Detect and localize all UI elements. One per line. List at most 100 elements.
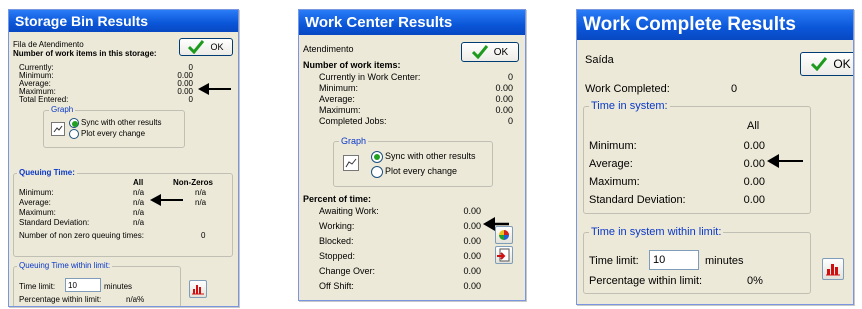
wcomp-time-limit-label: Time limit: (589, 255, 639, 267)
storage-bin-dialog: Storage Bin Results Fila de Atendimento … (8, 9, 239, 307)
time-limit-label: Time limit: (19, 282, 56, 291)
storage-bin-titlebar[interactable]: Storage Bin Results (9, 10, 238, 32)
pct-row-value: 0.00 (463, 251, 481, 261)
storage-ok-button[interactable]: OK (179, 38, 233, 56)
time-row-label: Average: (589, 158, 633, 170)
work-center-name: Atendimento (303, 44, 354, 54)
pct-row-label: Off Shift: (319, 281, 354, 291)
storage-radio-plot[interactable] (69, 129, 79, 139)
storage-queuing-legend: Queuing Time: (17, 168, 77, 177)
nonzero-value: 0 (201, 231, 206, 240)
time-limit-input[interactable] (65, 278, 101, 292)
work-completed-value: 0 (731, 83, 738, 95)
storage-items-header: Number of work items in this storage: (13, 49, 157, 58)
storage-graph-legend: Graph (49, 105, 76, 114)
pct-row-label: Stopped: (319, 251, 356, 261)
arrow-left-icon (767, 154, 803, 168)
storage-bin-title: Storage Bin Results (15, 13, 149, 29)
color-wheel-button[interactable] (495, 226, 513, 244)
checkmark-icon (188, 40, 205, 54)
time-row-value: 0.00 (743, 176, 765, 188)
pct-row-label: Awaiting Work: (319, 206, 379, 216)
pct-row-value: 0.00 (463, 281, 481, 291)
storage-radio-sync[interactable] (69, 118, 79, 128)
storage-col-all: All (133, 178, 144, 187)
checkmark-icon (811, 57, 828, 71)
wc-radio-sync[interactable] (371, 151, 383, 163)
chart-button[interactable] (822, 258, 844, 280)
time-row-label: Maximum: (589, 176, 640, 188)
queue-row-all: n/a (133, 188, 145, 197)
pct-row-label: Blocked: (319, 236, 354, 246)
wc-radio-sync-label: Sync with other results (385, 151, 476, 161)
wcomp-time-limit-input[interactable] (649, 250, 699, 270)
time-in-system-legend: Time in system: (589, 100, 670, 112)
wc-stat-value: 0.00 (495, 83, 513, 93)
work-center-dialog: Work Center Results Atendimento OK Numbe… (298, 9, 526, 301)
checkmark-icon (471, 45, 488, 59)
time-row-value: 0.00 (743, 140, 765, 152)
queue-row-all: n/a (133, 198, 145, 207)
wc-stat-value: 0 (507, 72, 513, 82)
work-center-ok-label: OK (493, 46, 509, 58)
storage-radio-plot-label: Plot every change (81, 129, 146, 138)
work-center-ok-button[interactable]: OK (461, 42, 519, 62)
wc-stat-label: Minimum: (319, 83, 359, 93)
time-row-label: Standard Deviation: (589, 194, 686, 206)
nonzero-label: Number of non zero queuing times: (19, 231, 144, 240)
queue-row-nz: n/a (195, 198, 207, 207)
time-limit-legend: Time in system within limit: (589, 226, 724, 238)
export-button[interactable] (495, 246, 513, 264)
bar-chart-icon (192, 285, 204, 295)
arrow-left-icon (150, 194, 183, 206)
work-complete-dialog: Work Complete Results Saída OK Work Comp… (576, 9, 854, 305)
pct-row-value: 0.00 (463, 266, 481, 276)
time-row-value: 0.00 (743, 158, 765, 170)
work-complete-title: Work Complete Results (583, 14, 796, 35)
graph-icon[interactable] (51, 122, 65, 136)
pct-row-label: Working: (319, 221, 355, 231)
arrow-left-icon (198, 83, 231, 95)
wc-stat-value: 0.00 (495, 105, 513, 115)
document-export-icon (497, 248, 510, 262)
work-center-titlebar[interactable]: Work Center Results (299, 10, 525, 35)
queue-row-label: Maximum: (19, 208, 56, 217)
wc-stat-value: 0.00 (495, 94, 513, 104)
work-complete-ok-label: OK (833, 57, 851, 71)
percent-header: Percent of time: (303, 194, 372, 204)
graph-icon[interactable] (343, 155, 359, 171)
wc-graph-legend: Graph (339, 136, 369, 146)
storage-stat-value: 0 (188, 95, 193, 104)
storage-limit-legend: Queuing Time within limit: (17, 261, 113, 270)
queue-row-label: Minimum: (19, 188, 54, 197)
color-wheel-icon (499, 230, 509, 240)
work-center-title: Work Center Results (305, 14, 453, 31)
queue-row-nz: n/a (195, 188, 207, 197)
queue-row-label: Average: (19, 198, 51, 207)
pct-row-value: 0.00 (463, 206, 481, 216)
time-row-value: 0.00 (743, 194, 765, 206)
wcomp-minutes-label: minutes (705, 255, 744, 267)
work-completed-label: Work Completed: (585, 83, 670, 95)
time-col-all: All (747, 120, 760, 132)
wc-stat-label: Completed Jobs: (319, 116, 387, 126)
pct-label: Percentage within limit: (19, 295, 102, 304)
wc-radio-plot[interactable] (371, 166, 383, 178)
bar-chart-icon (826, 264, 840, 276)
wc-radio-plot-label: Plot every change (385, 166, 458, 176)
storage-stat-label: Total Entered: (19, 95, 69, 104)
wcomp-pct-value: 0% (747, 275, 763, 287)
pct-value: n/a% (126, 295, 145, 304)
storage-radio-sync-label: Sync with other results (81, 118, 162, 127)
wc-stat-label: Currently in Work Center: (319, 72, 421, 82)
chart-button[interactable] (189, 280, 207, 298)
storage-ok-label: OK (210, 42, 224, 52)
work-complete-ok-button[interactable]: OK (800, 52, 853, 76)
wcomp-pct-label: Percentage within limit: (589, 275, 703, 287)
queue-row-all: n/a (133, 208, 145, 217)
storage-name: Fila de Atendimento (13, 40, 84, 49)
work-complete-titlebar[interactable]: Work Complete Results (577, 10, 853, 40)
work-center-items-header: Number of work items: (303, 60, 401, 70)
queue-row-label: Standard Deviation: (19, 218, 90, 227)
wc-stat-label: Average: (319, 94, 355, 104)
